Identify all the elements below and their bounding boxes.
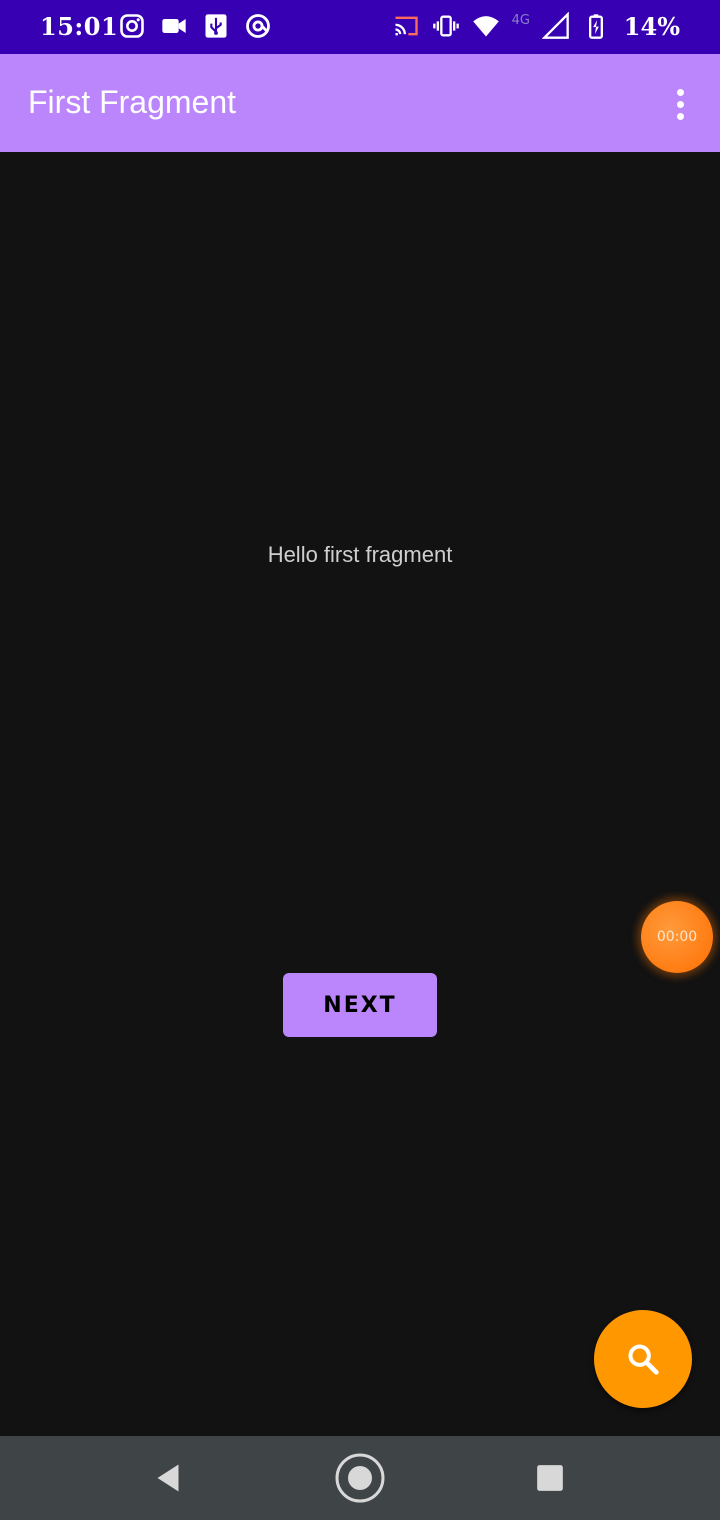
instagram-icon: [120, 14, 144, 38]
navigation-bar: [0, 1436, 720, 1520]
battery-percent: 14%: [623, 12, 680, 41]
home-icon[interactable]: [334, 1452, 386, 1504]
usb-icon: [205, 14, 227, 38]
signal-icon: [542, 12, 569, 39]
video-camera-icon: [162, 19, 186, 33]
vibrate-icon: [432, 15, 459, 37]
status-right-icons: 4G: [392, 12, 610, 40]
more-options-button[interactable]: [660, 82, 700, 126]
more-vert-icon: [676, 88, 684, 96]
network-type-label: 4G: [511, 12, 530, 28]
status-bar: 15:01 4G 14%: [0, 0, 720, 54]
search-fab-button[interactable]: [594, 1310, 692, 1408]
wifi-icon: [472, 16, 499, 37]
back-icon[interactable]: [150, 1460, 186, 1496]
page-title: First Fragment: [28, 84, 237, 120]
search-icon: [628, 1344, 659, 1375]
battery-icon: [589, 14, 603, 39]
recording-timer-bubble[interactable]: 00:00: [641, 901, 713, 973]
app-bar: First Fragment: [0, 54, 720, 152]
cast-icon: [394, 16, 418, 36]
next-button[interactable]: NEXT: [283, 973, 437, 1037]
hello-text: Hello first fragment: [267, 542, 453, 567]
status-time: 15:01: [40, 12, 119, 41]
fragment-content: Hello first fragment NEXT 00:00: [0, 152, 720, 1436]
at-sign-icon: [246, 14, 270, 38]
timer-text: 00:00: [656, 929, 698, 945]
recents-icon[interactable]: [536, 1464, 564, 1492]
status-left-icons: [118, 12, 272, 40]
